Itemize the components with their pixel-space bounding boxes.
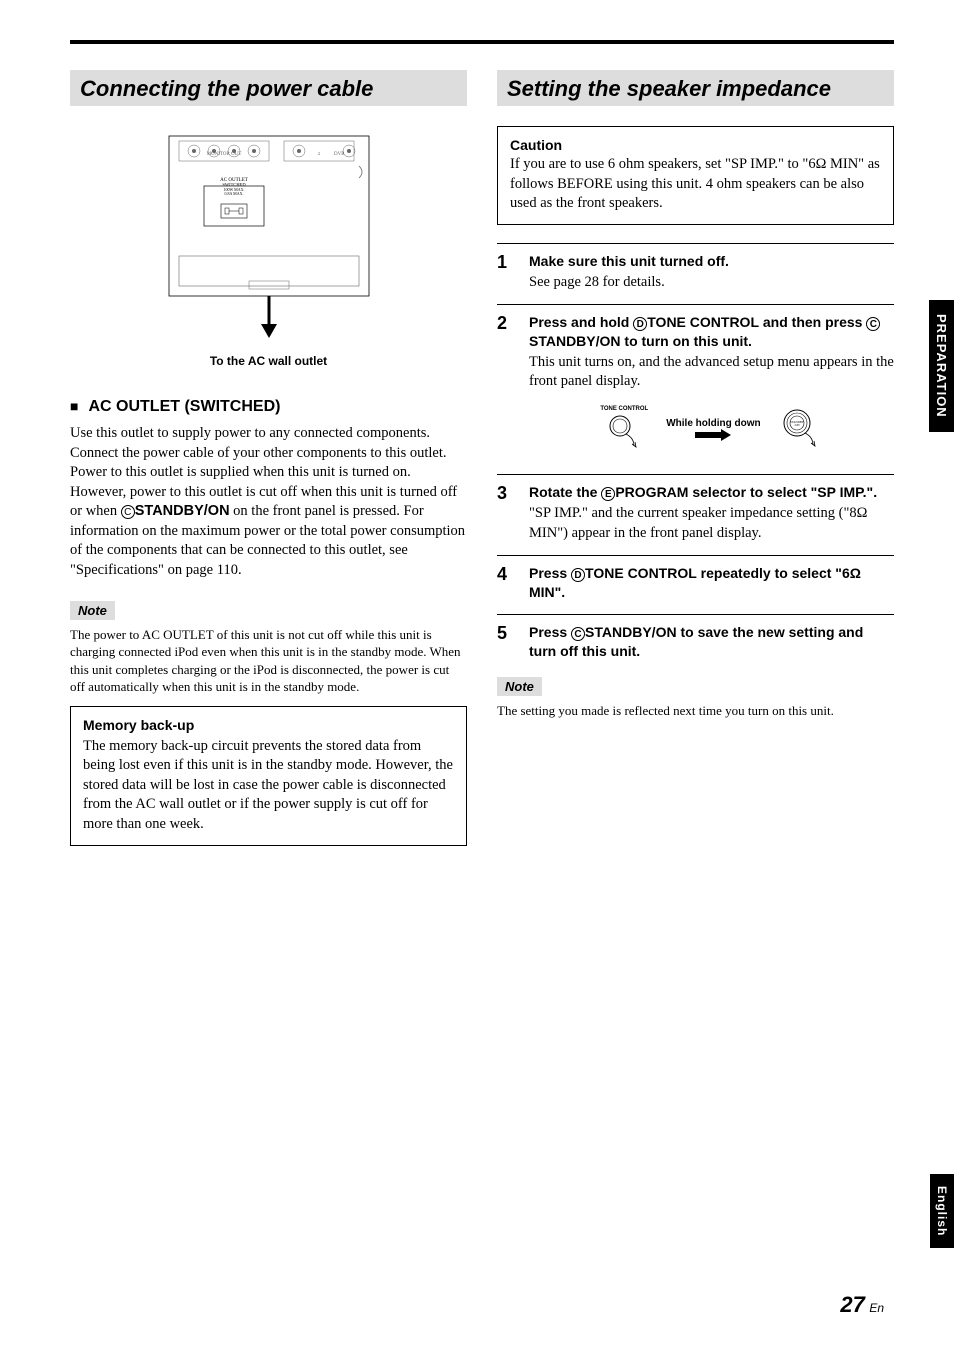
step-3: 3 Rotate the EPROGRAM selector to select…	[497, 483, 894, 543]
side-tab-preparation: PREPARATION	[929, 300, 954, 432]
memory-backup-box: Memory back-up The memory back-up circui…	[70, 706, 467, 846]
circled-letter-d: D	[571, 568, 585, 582]
circled-letter-c: C	[866, 317, 880, 331]
circled-letter-c: C	[121, 505, 135, 519]
left-column: Connecting the power cable MONITOR OUT ♫…	[70, 70, 467, 846]
step-num: 2	[497, 313, 515, 462]
step-rule	[497, 474, 894, 475]
circled-letter-c: C	[571, 627, 585, 641]
circled-letter-e: E	[601, 487, 615, 501]
page-number: 27 En	[840, 1292, 884, 1318]
svg-text:0.8A MAX.: 0.8A MAX.	[224, 191, 243, 196]
right-section-title: Setting the speaker impedance	[497, 70, 894, 106]
circled-letter-d: D	[633, 317, 647, 331]
hold-diagram: TONE CONTROL While holding down	[529, 404, 894, 454]
step-rule	[497, 304, 894, 305]
rear-panel-diagram: MONITOR OUT ♫ DVR AC OUTLET SWITCHED 100…	[70, 126, 467, 346]
ac-outlet-heading: ■AC OUTLET (SWITCHED)	[70, 398, 467, 416]
step-head: Make sure this unit turned off.	[529, 252, 894, 271]
left-section-title: Connecting the power cable	[70, 70, 467, 106]
step-num: 3	[497, 483, 515, 543]
memory-backup-title: Memory back-up	[83, 717, 454, 733]
note-text-left: The power to AC OUTLET of this unit is n…	[70, 626, 467, 696]
caution-title: Caution	[510, 137, 881, 153]
standby-knob-icon: STANDBY /ON	[779, 407, 823, 451]
note-label-right: Note	[497, 677, 542, 696]
diagram-caption: To the AC wall outlet	[70, 354, 467, 368]
step-rule	[497, 243, 894, 244]
step-head: Rotate the EPROGRAM selector to select "…	[529, 483, 894, 502]
step-head: Press CSTANDBY/ON to save the new settin…	[529, 623, 894, 661]
ac-outlet-body: Use this outlet to supply power to any c…	[70, 424, 467, 581]
step-sub: See page 28 for details.	[529, 273, 894, 293]
step-4: 4 Press DTONE CONTROL repeatedly to sele…	[497, 564, 894, 602]
rear-panel-svg: MONITOR OUT ♫ DVR AC OUTLET SWITCHED 100…	[149, 126, 389, 346]
step-num: 4	[497, 564, 515, 602]
step-sub: This unit turns on, and the advanced set…	[529, 353, 894, 392]
caution-box: Caution If you are to use 6 ohm speakers…	[497, 126, 894, 225]
note-label-left: Note	[70, 601, 115, 620]
svg-text:/ON: /ON	[794, 423, 800, 427]
right-column: Setting the speaker impedance Caution If…	[497, 70, 894, 846]
svg-text:MONITOR OUT: MONITOR OUT	[206, 152, 241, 157]
step-1: 1 Make sure this unit turned off. See pa…	[497, 252, 894, 292]
note-text-right: The setting you made is reflected next t…	[497, 702, 894, 720]
step-head: Press and hold DTONE CONTROL and then pr…	[529, 313, 894, 351]
holding-label: While holding down	[666, 418, 760, 429]
memory-backup-text: The memory back-up circuit prevents the …	[83, 737, 454, 835]
arrow-right-icon	[693, 429, 733, 441]
header-rule	[70, 40, 894, 44]
step-2: 2 Press and hold DTONE CONTROL and then …	[497, 313, 894, 462]
side-tab-english: English	[930, 1174, 954, 1248]
step-num: 5	[497, 623, 515, 661]
svg-text:DVR: DVR	[334, 152, 345, 157]
caution-text: If you are to use 6 ohm speakers, set "S…	[510, 155, 881, 214]
svg-text:♫: ♫	[317, 152, 321, 157]
step-head: Press DTONE CONTROL repeatedly to select…	[529, 564, 894, 602]
knob-icon	[604, 412, 644, 452]
step-rule	[497, 614, 894, 615]
square-bullet-icon: ■	[70, 398, 78, 414]
step-sub: "SP IMP." and the current speaker impeda…	[529, 504, 894, 543]
step-rule	[497, 555, 894, 556]
step-num: 1	[497, 252, 515, 292]
step-5: 5 Press CSTANDBY/ON to save the new sett…	[497, 623, 894, 661]
